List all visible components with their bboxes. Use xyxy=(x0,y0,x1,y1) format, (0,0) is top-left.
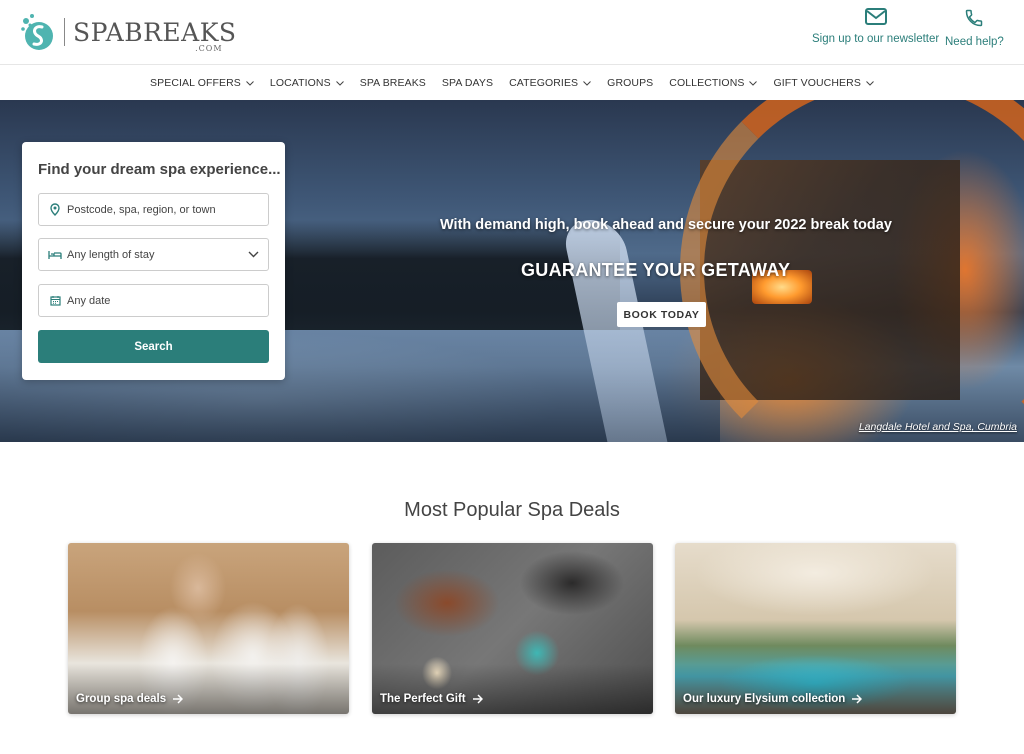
logo-suffix: .COM xyxy=(195,43,223,53)
chevron-down-icon xyxy=(248,251,259,258)
calendar-icon xyxy=(48,295,62,306)
nav-item-label: GROUPS xyxy=(607,77,654,89)
nav-item-collections[interactable]: COLLECTIONS xyxy=(661,77,765,89)
nav-item-label: SPA DAYS xyxy=(441,77,494,89)
logo-wordmark: SPABREAKS .COM xyxy=(73,17,237,53)
hero-caption-link[interactable]: Langdale Hotel and Spa, Cumbria xyxy=(859,421,1017,433)
length-of-stay-select[interactable]: Any length of stay xyxy=(38,238,269,271)
envelope-icon xyxy=(864,8,887,25)
map-pin-icon xyxy=(48,203,62,216)
search-title: Find your dream spa experience... xyxy=(38,161,281,178)
location-placeholder: Postcode, spa, region, or town xyxy=(67,203,216,216)
arrow-right-icon xyxy=(472,694,483,704)
popular-deals-heading: Most Popular Spa Deals xyxy=(404,499,620,521)
nav-item-spa-breaks[interactable]: SPA BREAKS xyxy=(352,77,434,89)
hero-tagline: With demand high, book ahead and secure … xyxy=(440,217,892,233)
chevron-down-icon xyxy=(246,80,254,86)
search-panel: Find your dream spa experience... Postco… xyxy=(22,142,285,380)
date-value: Any date xyxy=(67,294,111,307)
nav-item-categories[interactable]: CATEGORIES xyxy=(501,77,599,89)
deal-card-label: Our luxury Elysium collection xyxy=(683,693,863,705)
nav-item-locations[interactable]: LOCATIONS xyxy=(262,77,352,89)
search-button[interactable]: Search xyxy=(38,330,269,363)
location-input[interactable]: Postcode, spa, region, or town xyxy=(38,193,269,226)
newsletter-link[interactable]: Sign up to our newsletter xyxy=(812,8,939,45)
spabreaks-logo[interactable]: SPABREAKS .COM xyxy=(18,10,237,54)
nav-item-label: GIFT VOUCHERS xyxy=(773,77,861,89)
nav-item-label: SPA BREAKS xyxy=(359,77,426,89)
chevron-down-icon xyxy=(866,80,874,86)
logo-mark-icon xyxy=(18,11,58,53)
nav-item-spa-days[interactable]: SPA DAYS xyxy=(434,77,501,89)
site-header: SPABREAKS .COM Sign up to our newsletter… xyxy=(0,0,1024,65)
arrow-right-icon xyxy=(852,694,863,704)
nav-item-groups[interactable]: GROUPS xyxy=(599,77,661,89)
nav-item-label: CATEGORIES xyxy=(509,77,579,89)
deal-card-gift[interactable]: The Perfect Gift xyxy=(372,543,653,714)
newsletter-label: Sign up to our newsletter xyxy=(812,33,940,45)
nav-item-label: COLLECTIONS xyxy=(669,77,745,89)
main-nav: SPECIAL OFFERS LOCATIONS SPA BREAKS SPA DAY… xyxy=(0,66,1024,100)
chevron-down-icon xyxy=(749,80,758,86)
chevron-down-icon xyxy=(583,80,592,86)
length-of-stay-value: Any length of stay xyxy=(67,248,155,261)
logo-separator xyxy=(64,18,65,46)
chevron-down-icon xyxy=(335,80,344,86)
help-link[interactable]: Need help? xyxy=(945,8,1004,48)
nav-item-special-offers[interactable]: SPECIAL OFFERS xyxy=(142,77,262,89)
arrow-right-icon xyxy=(173,694,184,704)
nav-item-label: SPECIAL OFFERS xyxy=(150,77,241,89)
help-label: Need help? xyxy=(945,36,1004,48)
deal-card-elysium[interactable]: Our luxury Elysium collection xyxy=(675,543,956,714)
nav-item-gift-vouchers[interactable]: GIFT VOUCHERS xyxy=(765,77,881,89)
deal-card-label: Group spa deals xyxy=(76,693,184,705)
hero-title: GUARANTEE YOUR GETAWAY xyxy=(521,260,791,280)
deal-card-label: The Perfect Gift xyxy=(380,693,483,705)
nav-item-label: LOCATIONS xyxy=(269,77,331,89)
phone-icon xyxy=(966,9,983,27)
date-input[interactable]: Any date xyxy=(38,284,269,317)
book-today-button[interactable]: BOOK TODAY xyxy=(617,302,706,327)
deal-card-group[interactable]: Group spa deals xyxy=(68,543,349,714)
bed-icon xyxy=(48,250,62,260)
